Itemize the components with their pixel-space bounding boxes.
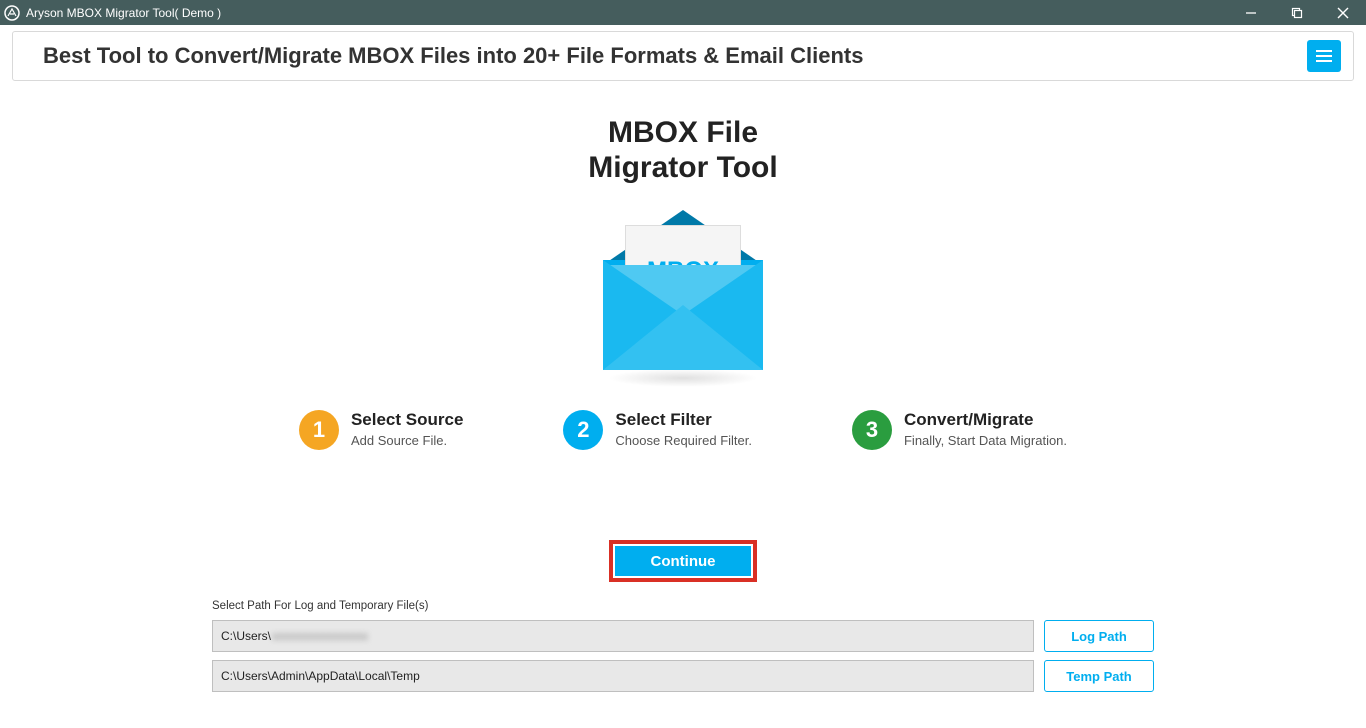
titlebar: Aryson MBOX Migrator Tool( Demo ) <box>0 0 1366 25</box>
steps-row: 1 Select Source Add Source File. 2 Selec… <box>0 410 1366 450</box>
close-button[interactable] <box>1320 0 1366 25</box>
continue-highlight: Continue <box>609 540 757 582</box>
step-desc: Choose Required Filter. <box>615 433 752 448</box>
headline: Best Tool to Convert/Migrate MBOX Files … <box>43 43 863 69</box>
hamburger-icon <box>1316 50 1332 62</box>
maximize-button[interactable] <box>1274 0 1320 25</box>
step-title: Convert/Migrate <box>904 410 1067 430</box>
step-desc: Add Source File. <box>351 433 463 448</box>
step-number-badge: 1 <box>299 410 339 450</box>
window-title: Aryson MBOX Migrator Tool( Demo ) <box>26 6 221 20</box>
menu-button[interactable] <box>1307 40 1341 72</box>
step-desc: Finally, Start Data Migration. <box>904 433 1067 448</box>
header-banner: Best Tool to Convert/Migrate MBOX Files … <box>12 31 1354 81</box>
step-2: 2 Select Filter Choose Required Filter. <box>563 410 752 450</box>
app-logo-icon <box>4 5 20 21</box>
mbox-envelope-icon: MBOX <box>598 210 768 375</box>
step-3: 3 Convert/Migrate Finally, Start Data Mi… <box>852 410 1067 450</box>
step-1: 1 Select Source Add Source File. <box>299 410 463 450</box>
paths-group-label: Select Path For Log and Temporary File(s… <box>212 600 1154 612</box>
step-number-badge: 2 <box>563 410 603 450</box>
step-number-badge: 3 <box>852 410 892 450</box>
step-title: Select Filter <box>615 410 752 430</box>
continue-button[interactable]: Continue <box>615 546 751 576</box>
log-path-button[interactable]: Log Path <box>1044 620 1154 652</box>
hero-title: MBOX FileMigrator Tool <box>0 116 1366 185</box>
temp-path-button[interactable]: Temp Path <box>1044 660 1154 692</box>
step-title: Select Source <box>351 410 463 430</box>
log-path-input[interactable]: C:\Users\xxxxxxxxxxxxxxxx <box>212 620 1034 652</box>
temp-path-input[interactable]: C:\Users\Admin\AppData\Local\Temp <box>212 660 1034 692</box>
minimize-button[interactable] <box>1228 0 1274 25</box>
